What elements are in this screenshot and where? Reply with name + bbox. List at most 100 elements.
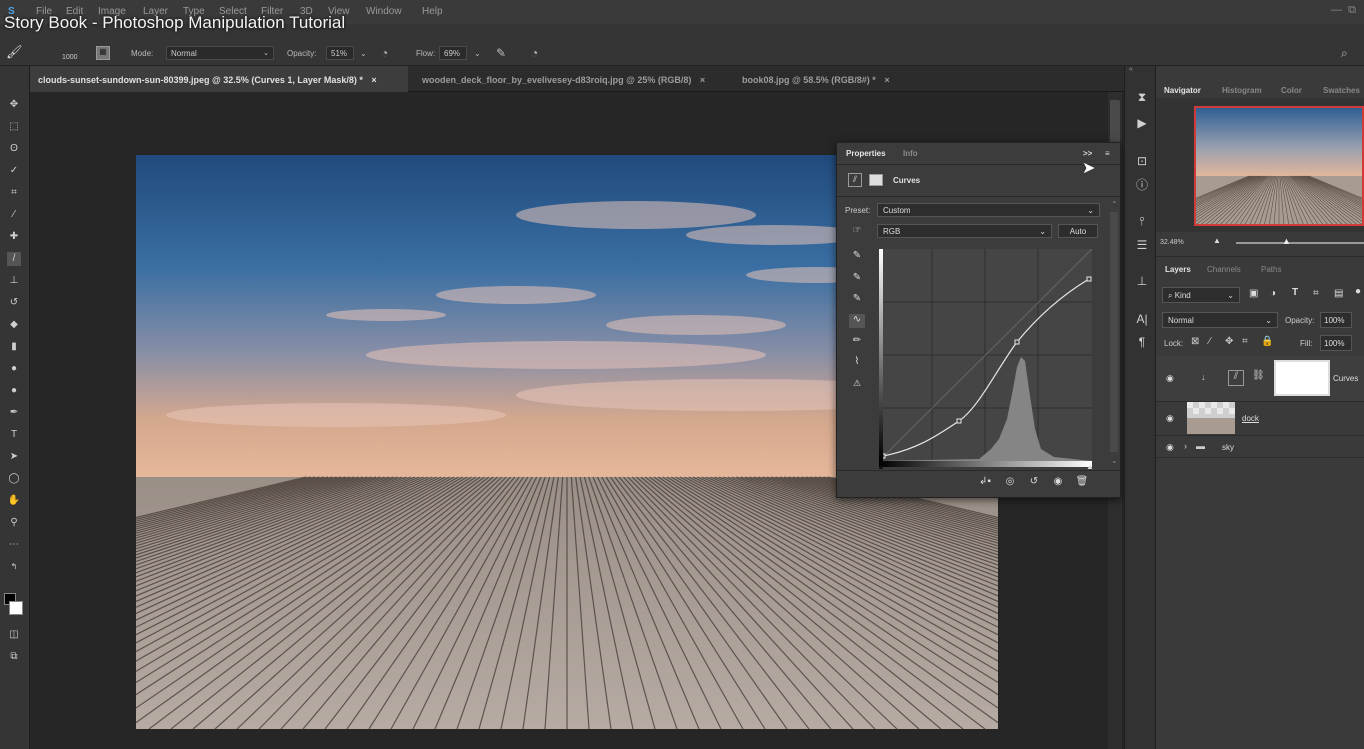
layer-name[interactable]: Curves (1333, 374, 1358, 383)
lock-all-icon[interactable]: 🔒 (1261, 336, 1273, 347)
tab-navigator[interactable]: Navigator (1164, 86, 1201, 95)
window-controls[interactable]: — ⧉ (1331, 4, 1356, 17)
quick-select-tool-icon[interactable]: ✓ (7, 164, 21, 178)
filter-toggle-icon[interactable]: ● (1355, 286, 1361, 297)
tab-channels[interactable]: Channels (1207, 265, 1241, 274)
tab-paths[interactable]: Paths (1261, 265, 1281, 274)
type-tool-icon[interactable]: T (7, 428, 21, 442)
pencil-curve-icon[interactable]: ✏ (849, 335, 865, 349)
chevron-down-icon[interactable]: ⌄ (360, 49, 367, 58)
lasso-tool-icon[interactable]: ʘ (7, 142, 21, 156)
close-icon[interactable]: × (371, 75, 376, 85)
quick-mask-icon[interactable]: ◫ (7, 628, 21, 642)
expand-panel-button[interactable]: >> (1083, 149, 1092, 158)
black-point-eyedropper-icon[interactable]: ✎ (849, 250, 865, 264)
preset-select[interactable]: Custom ⌄ (877, 203, 1100, 217)
layer-mask-thumbnail[interactable] (1274, 360, 1330, 396)
fill-field[interactable]: 100% (1320, 335, 1352, 351)
filter-pixel-icon[interactable]: ▣ (1249, 288, 1258, 299)
more-tools-icon[interactable]: ⋯ (7, 538, 21, 552)
channel-select[interactable]: RGB ⌄ (877, 224, 1052, 238)
panel-scrollbar-thumb[interactable] (1110, 212, 1118, 452)
airbrush-icon[interactable]: ✎ (496, 46, 506, 60)
zoom-slider-thumb[interactable]: ▲ (1282, 236, 1291, 246)
character-icon[interactable]: A| (1134, 311, 1150, 327)
zoom-slider-track[interactable] (1236, 242, 1364, 244)
dodge-tool-icon[interactable]: ● (7, 384, 21, 398)
brush-size[interactable]: 1000 (62, 54, 78, 61)
layer-name[interactable]: dock (1242, 414, 1259, 423)
background-color-swatch[interactable] (9, 601, 23, 615)
properties-icon[interactable]: ⊡ (1134, 153, 1150, 169)
chevron-down-icon[interactable]: ⌄ (474, 49, 481, 58)
reset-icon[interactable]: ↺ (1026, 476, 1042, 487)
tab-clouds-document[interactable]: clouds-sunset-sundown-sun-80399.jpeg @ 3… (30, 66, 408, 92)
filter-shape-icon[interactable]: ⌗ (1313, 288, 1319, 299)
brushes-icon[interactable]: ⫯ (1134, 213, 1150, 229)
tab-book-document[interactable]: book08.jpg @ 58.5% (RGB/8#) * × (734, 66, 924, 92)
filter-type-icon[interactable]: T (1292, 287, 1298, 298)
gray-point-eyedropper-icon[interactable]: ✎ (849, 272, 865, 286)
clipping-warning-icon[interactable]: ⚠ (849, 378, 865, 392)
lock-transparent-icon[interactable]: ⊠ (1191, 336, 1199, 347)
tab-info[interactable]: Info (903, 149, 918, 158)
blend-mode-select[interactable]: Normal ⌄ (1162, 312, 1278, 328)
path-select-tool-icon[interactable]: ➤ (7, 450, 21, 464)
curve-point[interactable] (1086, 276, 1092, 282)
layer-row-dock[interactable]: ◉ dock (1156, 402, 1364, 436)
link-icon[interactable]: ⛓ (1252, 370, 1265, 381)
paragraph-icon[interactable]: ¶ (1134, 334, 1150, 350)
healing-tool-icon[interactable]: ✚ (7, 230, 21, 244)
curve-point[interactable] (956, 418, 962, 424)
search-icon[interactable]: ⌕ (1341, 46, 1348, 61)
close-icon[interactable]: × (884, 75, 889, 85)
panel-scroll-down-icon[interactable]: ⌄ (1111, 456, 1118, 465)
brush-tool-icon[interactable]: 🖌 (6, 44, 23, 60)
menu-help[interactable]: Help (422, 6, 443, 17)
hand-tool-icon[interactable]: ✋ (7, 494, 21, 508)
tab-histogram[interactable]: Histogram (1222, 86, 1262, 95)
close-icon[interactable]: × (700, 75, 705, 85)
lock-position-icon[interactable]: ✥ (1225, 336, 1233, 347)
shape-tool-icon[interactable]: ◯ (7, 472, 21, 486)
brush-panel-icon[interactable]: ▦ (96, 46, 110, 60)
visibility-eye-icon[interactable]: ◉ (1166, 442, 1174, 453)
white-point-eyedropper-icon[interactable]: ✎ (849, 293, 865, 307)
tab-properties[interactable]: Properties (846, 149, 886, 158)
panel-menu-icon[interactable]: ≡ (1105, 149, 1110, 158)
pressure-opacity-icon[interactable]: ◔ (381, 46, 388, 60)
brush-tool-icon[interactable]: / (7, 252, 21, 266)
pressure-size-icon[interactable]: ◔ (531, 46, 538, 60)
panel-scroll-up-icon[interactable]: ⌃ (1111, 200, 1118, 209)
tab-wooden-deck-document[interactable]: wooden_deck_floor_by_evelivesey-d83roiq.… (414, 66, 732, 92)
view-previous-state-icon[interactable]: ◎ (1002, 476, 1018, 487)
lock-pixels-icon[interactable]: ∕ (1209, 336, 1211, 347)
info-icon[interactable]: ⓘ (1134, 177, 1150, 193)
layer-name[interactable]: sky (1222, 443, 1234, 452)
blur-tool-icon[interactable]: ● (7, 362, 21, 376)
clip-to-layer-icon[interactable]: ↲▪ (977, 476, 993, 487)
curves-graph[interactable] (879, 249, 1092, 461)
layer-row-sky[interactable]: ◉ › ▬ sky (1156, 436, 1364, 458)
auto-button[interactable]: Auto (1058, 224, 1098, 238)
tab-swatches[interactable]: Swatches (1323, 86, 1360, 95)
stamp-tool-icon[interactable]: ⊥ (7, 274, 21, 288)
lock-artboard-icon[interactable]: ⌗ (1242, 336, 1248, 347)
navigator-preview[interactable] (1194, 106, 1364, 226)
visibility-eye-icon[interactable]: ◉ (1166, 413, 1174, 424)
adjustments-icon[interactable]: ☰ (1134, 237, 1150, 253)
history-brush-tool-icon[interactable]: ↺ (7, 296, 21, 310)
clone-source-icon[interactable]: ⊥ (1134, 273, 1150, 289)
filter-smart-object-icon[interactable]: ▤ (1334, 288, 1343, 299)
history-icon[interactable]: ⧗ (1134, 89, 1150, 105)
tab-layers[interactable]: Layers (1165, 265, 1191, 274)
filter-kind-select[interactable]: ⌕ Kind ⌄ (1162, 287, 1240, 303)
screen-mode-icon[interactable]: ⧉ (7, 650, 21, 664)
swap-colors-icon[interactable]: ↰ (7, 560, 21, 574)
curve-points-tool-icon[interactable]: ∿ (849, 314, 865, 328)
curve-point[interactable] (1014, 339, 1020, 345)
layer-row-curves[interactable]: ◉ ↓ ⫽ ⛓ Curves (1156, 356, 1364, 402)
layer-mask-icon[interactable] (869, 174, 883, 186)
zoom-out-icon[interactable]: ▲ (1213, 236, 1221, 245)
marquee-tool-icon[interactable]: ⬚ (7, 120, 21, 134)
